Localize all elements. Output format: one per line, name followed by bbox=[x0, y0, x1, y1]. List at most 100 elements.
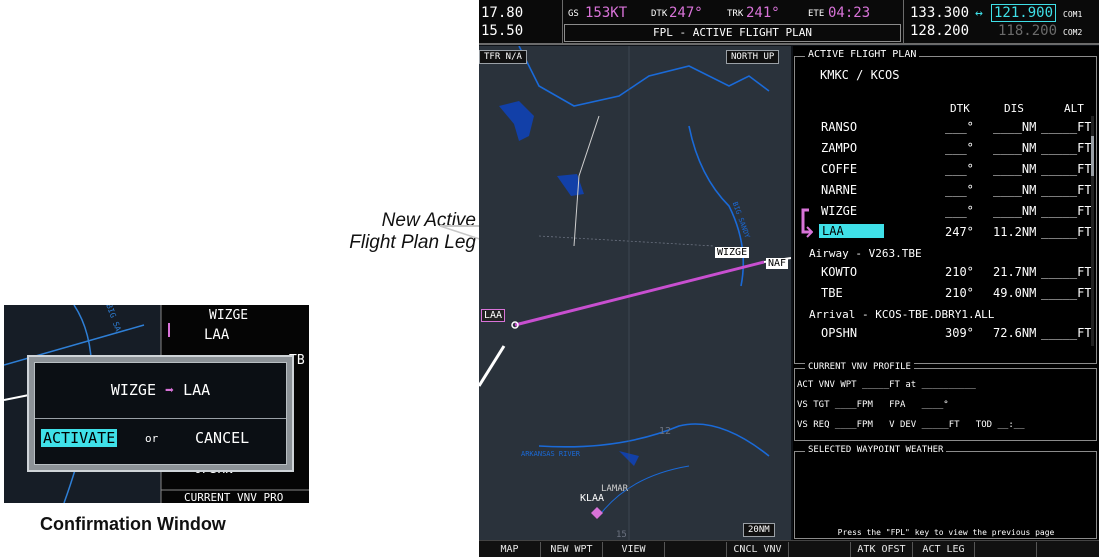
com2-label: COM2 bbox=[1063, 28, 1083, 37]
map-airport-klaa[interactable]: KLAA bbox=[580, 493, 604, 504]
row-dtk: 247° bbox=[945, 225, 974, 239]
confirmation-dialog: WIZGE ➡ LAA ACTIVATE or CANCEL bbox=[27, 355, 294, 472]
row-wpt: KOWTO bbox=[821, 265, 858, 279]
com2-active[interactable]: 128.200 bbox=[910, 24, 969, 38]
vnv-vs-req: VS REQ ____FPM V DEV _____FT TOD __:__ bbox=[797, 420, 1025, 430]
map-orientation[interactable]: NORTH UP bbox=[726, 50, 780, 64]
waypoint-weather-box bbox=[794, 451, 1097, 539]
row-dis: ____NM bbox=[993, 141, 1037, 155]
row-wpt: ZAMPO bbox=[821, 141, 858, 155]
softkey-blank[interactable] bbox=[1037, 542, 1099, 557]
inset-bg-vnv: CURRENT VNV PRO bbox=[184, 491, 284, 503]
confirm-from: WIZGE bbox=[110, 381, 156, 399]
map-wpt-nar[interactable]: NAF bbox=[766, 258, 789, 269]
fpl-header: ACTIVE FLIGHT PLAN bbox=[805, 49, 920, 60]
cancel-button[interactable]: CANCEL bbox=[195, 429, 249, 447]
table-row[interactable]: ZAMPO ___° ____NM _____FT bbox=[793, 137, 1099, 158]
softkey-view[interactable]: VIEW bbox=[603, 542, 665, 557]
or-label: or bbox=[145, 432, 159, 445]
softkey-blank[interactable] bbox=[789, 542, 851, 557]
row-dtk: 210° bbox=[945, 286, 974, 300]
fpl-scrollbar[interactable] bbox=[1091, 116, 1094, 346]
col-dtk: DTK bbox=[950, 102, 970, 115]
row-dtk: 309° bbox=[945, 326, 974, 340]
row-alt: _____FT bbox=[1041, 265, 1092, 279]
gs-label: GS bbox=[568, 9, 579, 19]
softkey-map[interactable]: MAP bbox=[479, 542, 541, 557]
col-alt: ALT bbox=[1064, 102, 1084, 115]
confirm-to: LAA bbox=[183, 381, 211, 399]
softkey-atk-ofst[interactable]: ATK OFST bbox=[851, 542, 913, 557]
trk-label: TRK bbox=[727, 9, 744, 19]
flight-plan-panel: ACTIVE FLIGHT PLAN KMKC / KCOS DTK DIS A… bbox=[793, 46, 1099, 540]
vnv-header: CURRENT VNV PROFILE bbox=[805, 362, 914, 372]
softkey-cncl-vnv[interactable]: CNCL VNV bbox=[727, 542, 789, 557]
row-dis: ____NM bbox=[993, 183, 1037, 197]
inset-bg-wizge: WIZGE bbox=[209, 308, 249, 323]
table-row[interactable]: KOWTO 210° 21.7NM _____FT bbox=[793, 261, 1099, 282]
gs-value: 153KT bbox=[585, 5, 628, 21]
map-river-label: ARKANSAS RIVER bbox=[521, 450, 581, 458]
map-wpt-laa[interactable]: LAA bbox=[481, 309, 506, 322]
confirmation-window-caption: Confirmation Window bbox=[40, 514, 226, 534]
row-alt: _____FT bbox=[1041, 183, 1092, 197]
softkey-bar: MAP NEW WPT VIEW CNCL VNV ATK OFST ACT L… bbox=[479, 540, 1099, 557]
ete-value: 04:23 bbox=[828, 5, 871, 21]
tfr-status: TFR N/A bbox=[479, 50, 527, 64]
wx-header: SELECTED WAYPOINT WEATHER bbox=[805, 445, 947, 455]
activate-button[interactable]: ACTIVATE bbox=[41, 429, 118, 447]
table-row[interactable]: OPSHN 309° 72.6NM _____FT bbox=[793, 322, 1099, 343]
row-wpt: OPSHN bbox=[821, 326, 858, 340]
row-alt: _____FT bbox=[1041, 204, 1092, 218]
dtk-label: DTK bbox=[651, 9, 668, 19]
col-dis: DIS bbox=[1004, 102, 1024, 115]
map-wpt-wizge[interactable]: WIZGE bbox=[715, 247, 750, 258]
scrollbar-thumb[interactable] bbox=[1091, 136, 1094, 176]
arrow-right-icon: ➡ bbox=[165, 381, 175, 399]
page-title-box: FPL - ACTIVE FLIGHT PLAN bbox=[564, 24, 901, 42]
vnv-act-wpt: ACT VNV WPT _____FT at __________ bbox=[797, 380, 976, 390]
confirmation-dialog-body: WIZGE ➡ LAA ACTIVATE or CANCEL bbox=[34, 362, 287, 465]
com1-active[interactable]: 133.300 bbox=[910, 6, 969, 20]
table-row-active[interactable]: LAA 247° 11.2NM _____FT bbox=[793, 221, 1099, 242]
row-alt: _____FT bbox=[1041, 286, 1092, 300]
table-row[interactable]: TBE 210° 49.0NM _____FT bbox=[793, 282, 1099, 303]
fpl-route: KMKC / KCOS bbox=[820, 68, 900, 82]
map-number-12: 12 bbox=[659, 426, 672, 437]
map-city-lamar: LAMAR bbox=[601, 484, 629, 494]
map-graphics bbox=[479, 46, 791, 540]
swap-arrow-icon[interactable]: ↔ bbox=[975, 6, 983, 21]
table-row[interactable]: COFFE ___° ____NM _____FT bbox=[793, 158, 1099, 179]
row-wpt: NARNE bbox=[821, 183, 858, 197]
row-dis: 49.0NM bbox=[993, 286, 1037, 300]
page-title: FPL - ACTIVE FLIGHT PLAN bbox=[653, 26, 812, 39]
softkey-blank[interactable] bbox=[665, 542, 727, 557]
softkey-act-leg[interactable]: ACT LEG bbox=[913, 542, 975, 557]
ete-label: ETE bbox=[808, 9, 825, 19]
confirm-message: WIZGE ➡ LAA bbox=[35, 381, 286, 399]
row-dtk: ___° bbox=[945, 120, 974, 134]
com1-standby[interactable]: 121.900 bbox=[991, 4, 1057, 22]
softkey-blank[interactable] bbox=[975, 542, 1037, 557]
table-row[interactable]: WIZGE ___° ____NM _____FT bbox=[793, 200, 1099, 221]
map-range[interactable]: 20NM bbox=[743, 523, 775, 537]
table-row[interactable]: RANSO ___° ____NM _____FT bbox=[793, 116, 1099, 137]
com2-standby[interactable]: 118.200 bbox=[998, 24, 1057, 38]
row-dis: ____NM bbox=[993, 120, 1037, 134]
table-row[interactable]: NARNE ___° ____NM _____FT bbox=[793, 179, 1099, 200]
row-alt: _____FT bbox=[1041, 141, 1092, 155]
confirmation-window-inset: WIZGE LAA TB OPSHN CURRENT VNV PRO BIG S… bbox=[4, 305, 309, 503]
navigation-map[interactable]: TFR N/A NORTH UP WIZGE NAF LAA LAMAR KLA… bbox=[479, 46, 791, 540]
nav2-frequency[interactable]: 15.50 bbox=[481, 24, 523, 38]
softkey-new-wpt[interactable]: NEW WPT bbox=[541, 542, 603, 557]
row-dis: ____NM bbox=[993, 162, 1037, 176]
row-wpt: RANSO bbox=[821, 120, 858, 134]
row-dis: ____NM bbox=[993, 204, 1037, 218]
com1-label: COM1 bbox=[1063, 10, 1083, 19]
nav-status-row: GS 153KT DTK 247° TRK 241° ETE 04:23 bbox=[564, 4, 901, 22]
divider bbox=[903, 0, 904, 45]
row-wpt: COFFE bbox=[821, 162, 858, 176]
row-dtk: 210° bbox=[945, 265, 974, 279]
arrival-label: Arrival - KCOS-TBE.DBRY1.ALL bbox=[809, 308, 995, 321]
nav1-frequency[interactable]: 17.80 bbox=[481, 6, 523, 20]
